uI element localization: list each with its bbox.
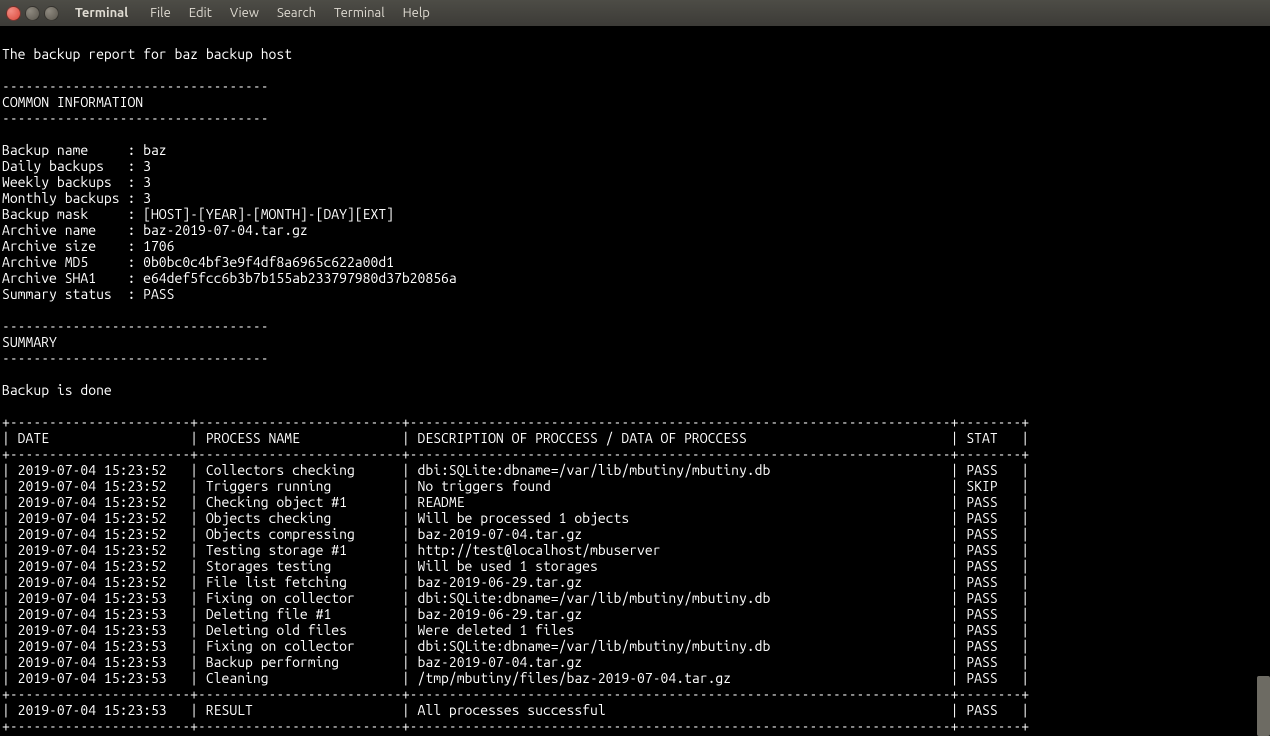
close-icon[interactable]: [6, 6, 21, 21]
menu-view[interactable]: View: [222, 6, 267, 20]
menu-edit[interactable]: Edit: [181, 6, 220, 20]
terminal-output[interactable]: The backup report for baz backup host --…: [0, 26, 1270, 736]
app-title: Terminal: [75, 6, 128, 20]
menu-file[interactable]: File: [142, 6, 179, 20]
menu-search[interactable]: Search: [269, 6, 324, 20]
menubar: Terminal File Edit View Search Terminal …: [0, 0, 1270, 26]
menu-terminal[interactable]: Terminal: [326, 6, 393, 20]
maximize-icon[interactable]: [44, 6, 59, 21]
window-controls: [6, 6, 59, 21]
menu-help[interactable]: Help: [395, 6, 438, 20]
minimize-icon[interactable]: [25, 6, 40, 21]
scrollbar-thumb[interactable]: [1257, 676, 1270, 736]
